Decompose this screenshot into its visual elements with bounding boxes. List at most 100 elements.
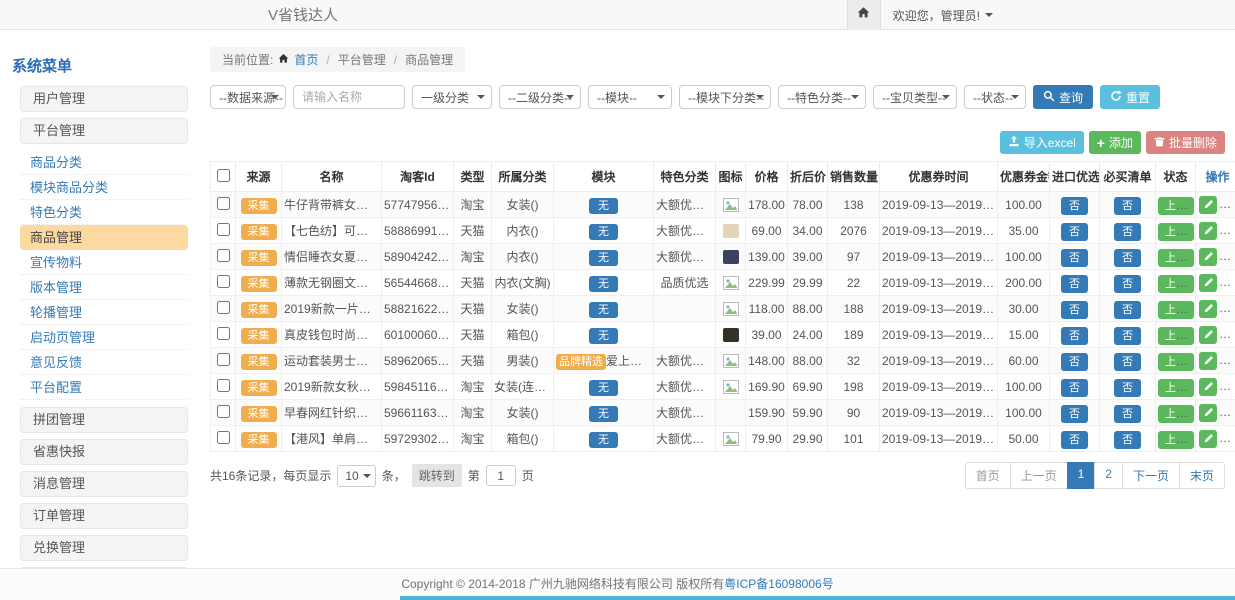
search-button[interactable]: 查询 xyxy=(1033,85,1093,109)
home-button[interactable] xyxy=(847,0,881,30)
import-optional-toggle[interactable]: 否 xyxy=(1061,431,1088,449)
sidebar-group-express-news[interactable]: 省惠快报 xyxy=(20,439,188,465)
edit-button[interactable] xyxy=(1199,274,1217,292)
horizontal-scrollbar-thumb[interactable] xyxy=(400,596,1235,600)
must-buy-toggle[interactable]: 否 xyxy=(1114,249,1141,267)
edit-button[interactable] xyxy=(1199,248,1217,266)
sidebar-item-special-category[interactable]: 特色分类 xyxy=(20,200,188,225)
user-menu[interactable]: 欢迎您，管理员! xyxy=(893,7,993,24)
sidebar-item-product-category[interactable]: 商品分类 xyxy=(20,150,188,175)
row-checkbox[interactable] xyxy=(217,197,230,210)
column-header-2: 名称 xyxy=(282,162,382,192)
price: 169.90 xyxy=(746,374,788,400)
per-page-select[interactable]: 10 xyxy=(337,465,375,487)
import-excel-button[interactable]: 导入excel xyxy=(1000,131,1084,154)
level2-category-select[interactable]: --二级分类-- xyxy=(499,85,581,109)
import-optional-toggle[interactable]: 否 xyxy=(1061,379,1088,397)
sidebar-group-groupbuy[interactable]: 拼团管理 xyxy=(20,407,188,433)
sidebar-item-feedback[interactable]: 意见反馈 xyxy=(20,350,188,375)
edit-button[interactable] xyxy=(1199,326,1217,344)
breadcrumb-home-link[interactable]: 首页 xyxy=(294,51,318,68)
must-buy-toggle[interactable]: 否 xyxy=(1114,405,1141,423)
row-checkbox[interactable] xyxy=(217,431,230,444)
must-buy-toggle[interactable]: 否 xyxy=(1114,327,1141,345)
sidebar-item-splash-management[interactable]: 启动页管理 xyxy=(20,325,188,350)
import-optional-toggle[interactable]: 否 xyxy=(1061,327,1088,345)
row-checkbox[interactable] xyxy=(217,327,230,340)
status-button[interactable]: 上架 xyxy=(1158,223,1194,241)
last-page-button[interactable]: 末页 xyxy=(1179,462,1225,489)
must-buy-toggle[interactable]: 否 xyxy=(1114,379,1141,397)
batch-delete-button[interactable]: 批量删除 xyxy=(1146,131,1225,154)
discount-price: 34.00 xyxy=(788,218,828,244)
module-select[interactable]: --模块-- xyxy=(588,85,672,109)
name-search-input[interactable] xyxy=(293,85,405,109)
sidebar-group-message[interactable]: 消息管理 xyxy=(20,471,188,497)
row-checkbox[interactable] xyxy=(217,379,230,392)
sidebar: 系统菜单 用户管理平台管理 商品分类模块商品分类特色分类商品管理宣传物料版本管理… xyxy=(8,55,188,599)
status-button[interactable]: 上架 xyxy=(1158,249,1194,267)
page-2-button[interactable]: 2 xyxy=(1094,462,1123,489)
first-page-button[interactable]: 首页 xyxy=(965,462,1011,489)
edit-button[interactable] xyxy=(1199,222,1217,240)
sidebar-item-product-management[interactable]: 商品管理 xyxy=(20,225,188,250)
import-optional-toggle[interactable]: 否 xyxy=(1061,249,1088,267)
row-checkbox[interactable] xyxy=(217,353,230,366)
sidebar-group-exchange[interactable]: 兑换管理 xyxy=(20,535,188,561)
icp-link[interactable]: 粤ICP备16098006号 xyxy=(724,577,833,591)
prev-page-button[interactable]: 上一页 xyxy=(1010,462,1068,489)
sidebar-item-carousel-management[interactable]: 轮播管理 xyxy=(20,300,188,325)
status-button[interactable]: 上架 xyxy=(1158,353,1194,371)
sidebar-item-promo-materials[interactable]: 宣传物料 xyxy=(20,250,188,275)
sidebar-item-version-management[interactable]: 版本管理 xyxy=(20,275,188,300)
import-optional-toggle[interactable]: 否 xyxy=(1061,197,1088,215)
reset-button[interactable]: 重置 xyxy=(1100,85,1160,109)
page-1-button[interactable]: 1 xyxy=(1067,462,1096,489)
edit-button[interactable] xyxy=(1199,378,1217,396)
sidebar-item-platform-config[interactable]: 平台配置 xyxy=(20,375,188,400)
edit-button[interactable] xyxy=(1199,196,1217,214)
import-optional-toggle[interactable]: 否 xyxy=(1061,223,1088,241)
status-button[interactable]: 上架 xyxy=(1158,327,1194,345)
row-checkbox[interactable] xyxy=(217,275,230,288)
sidebar-group-platform-management[interactable]: 平台管理 xyxy=(20,118,188,144)
status-button[interactable]: 上架 xyxy=(1158,197,1194,215)
sidebar-group-order[interactable]: 订单管理 xyxy=(20,503,188,529)
must-buy-toggle[interactable]: 否 xyxy=(1114,223,1141,241)
edit-button[interactable] xyxy=(1199,352,1217,370)
must-buy-toggle[interactable]: 否 xyxy=(1114,431,1141,449)
edit-button[interactable] xyxy=(1199,404,1217,422)
status-select[interactable]: --状态-- xyxy=(964,85,1026,109)
import-optional-toggle[interactable]: 否 xyxy=(1061,353,1088,371)
add-button[interactable]: + 添加 xyxy=(1089,131,1141,154)
select-all-checkbox[interactable] xyxy=(217,169,230,182)
edit-button[interactable] xyxy=(1199,300,1217,318)
row-checkbox[interactable] xyxy=(217,223,230,236)
item-type-select[interactable]: --宝贝类型-- xyxy=(873,85,957,109)
row-checkbox[interactable] xyxy=(217,249,230,262)
module-subcategory-select[interactable]: --模块下分类-- xyxy=(679,85,771,109)
must-buy-toggle[interactable]: 否 xyxy=(1114,275,1141,293)
row-checkbox[interactable] xyxy=(217,301,230,314)
must-buy-toggle[interactable]: 否 xyxy=(1114,197,1141,215)
import-optional-toggle[interactable]: 否 xyxy=(1061,275,1088,293)
row-checkbox[interactable] xyxy=(217,405,230,418)
jump-page-input[interactable] xyxy=(486,465,516,486)
import-optional-toggle[interactable]: 否 xyxy=(1061,405,1088,423)
status-button[interactable]: 上架 xyxy=(1158,275,1194,293)
sidebar-item-module-product-category[interactable]: 模块商品分类 xyxy=(20,175,188,200)
status-button[interactable]: 上架 xyxy=(1158,405,1194,423)
import-optional-toggle[interactable]: 否 xyxy=(1061,301,1088,319)
status-button[interactable]: 上架 xyxy=(1158,379,1194,397)
special-category-select[interactable]: --特色分类-- xyxy=(778,85,866,109)
level1-category-select[interactable]: 一级分类 xyxy=(412,85,492,109)
next-page-button[interactable]: 下一页 xyxy=(1122,462,1180,489)
data-source-select[interactable]: --数据来源-- xyxy=(210,85,286,109)
must-buy-toggle[interactable]: 否 xyxy=(1114,301,1141,319)
status-button[interactable]: 上架 xyxy=(1158,431,1194,449)
status-button[interactable]: 上架 xyxy=(1158,301,1194,319)
must-buy-toggle[interactable]: 否 xyxy=(1114,353,1141,371)
edit-button[interactable] xyxy=(1199,430,1217,448)
sidebar-group-user-management[interactable]: 用户管理 xyxy=(20,86,188,112)
jump-to-button[interactable]: 跳转到 xyxy=(412,464,462,487)
